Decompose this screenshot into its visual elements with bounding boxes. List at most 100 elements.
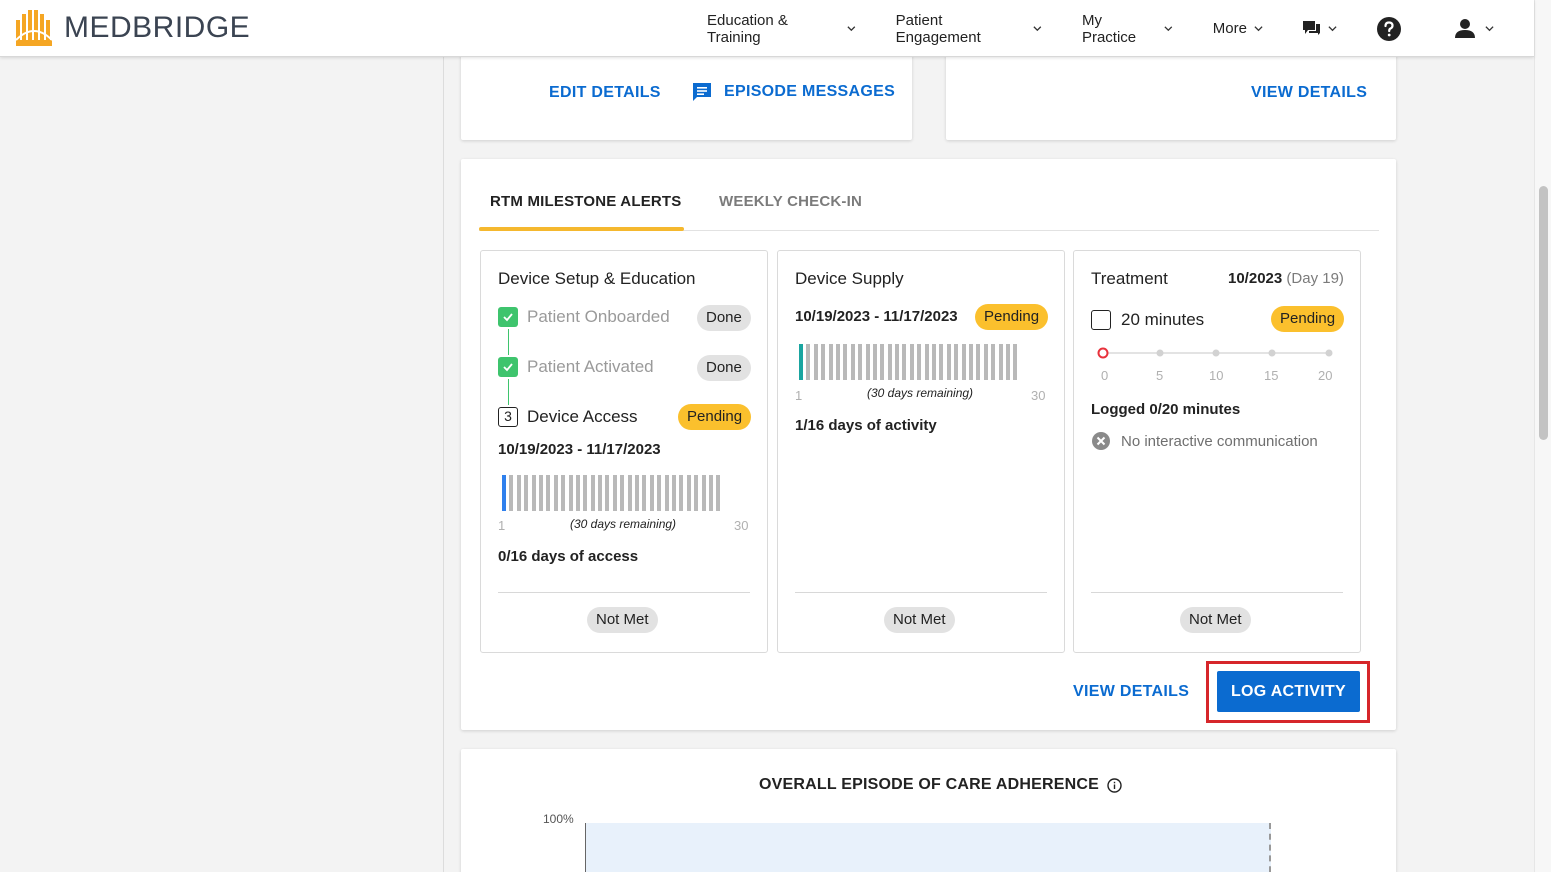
logged-minutes: Logged 0/20 minutes [1091, 401, 1241, 418]
episode-messages-link[interactable]: EPISODE MESSAGES [692, 82, 895, 102]
day-bar [976, 344, 981, 380]
communication-status: No interactive communication [1121, 433, 1318, 450]
page-scrollbar[interactable] [1534, 0, 1551, 872]
day-bar [575, 475, 580, 511]
adherence-title: OVERALL EPISODE OF CARE ADHERENCE [759, 776, 1099, 793]
card-title: Device Supply [795, 269, 904, 288]
day-bar [924, 344, 929, 380]
day-bar [880, 344, 885, 380]
chevron-down-icon [1033, 26, 1042, 32]
day-bar [821, 344, 826, 380]
account-menu[interactable] [1454, 19, 1494, 38]
log-activity-button[interactable]: LOG ACTIVITY [1217, 671, 1360, 712]
step-number: 3 [498, 407, 518, 427]
day-bar [686, 475, 691, 511]
left-panel-divider [443, 57, 444, 872]
nav-label: Education & Training [707, 11, 788, 46]
day-bar [568, 475, 573, 511]
date-range: 10/19/2023 - 11/17/2023 [795, 308, 958, 325]
day-bar [538, 475, 543, 511]
step-patient-onboarded: Patient Onboarded [527, 307, 670, 326]
day-bar [983, 344, 988, 380]
day-bar [657, 475, 662, 511]
day-bar [813, 344, 818, 380]
messages-menu[interactable] [1302, 21, 1337, 36]
chevron-down-icon [1485, 26, 1494, 32]
view-details-link[interactable]: VIEW DETAILS [1251, 84, 1367, 102]
access-day-bars [502, 475, 721, 511]
check-icon [498, 357, 518, 377]
chevron-down-icon [1328, 26, 1337, 32]
day-bar [649, 475, 654, 511]
divider [1091, 592, 1343, 593]
day-bar [1013, 344, 1018, 380]
checkbox-label: 20 minutes [1121, 310, 1205, 329]
nav-education-training[interactable]: Education & Training [707, 12, 856, 46]
day-bar [946, 344, 951, 380]
adherence-card: OVERALL EPISODE OF CARE ADHERENCE 100% [461, 749, 1396, 872]
day-bar [1005, 344, 1010, 380]
adherence-title-row: OVERALL EPISODE OF CARE ADHERENCE [759, 776, 1122, 794]
day-bar [843, 344, 848, 380]
status-badge: Done [697, 355, 751, 381]
medbridge-logo[interactable]: MEDBRIDGE [15, 10, 250, 46]
axis-end: 30 [734, 518, 749, 533]
scale-label: 15 [1264, 368, 1279, 383]
step-patient-activated: Patient Activated [527, 357, 654, 376]
period-day: (Day 19) [1286, 270, 1344, 287]
tab-weekly-check-in[interactable]: WEEKLY CHECK-IN [719, 193, 862, 210]
day-bar [546, 475, 551, 511]
help-button[interactable] [1376, 16, 1401, 41]
step-device-access: Device Access [527, 407, 638, 426]
day-bar [872, 344, 877, 380]
scale-label: 0 [1101, 368, 1109, 383]
day-bar [694, 475, 699, 511]
scale-label: 5 [1156, 368, 1164, 383]
activity-summary: 1/16 days of activity [795, 417, 937, 434]
scale-label: 20 [1318, 368, 1333, 383]
day-bar-current [502, 475, 506, 511]
day-bar [991, 344, 996, 380]
minutes-checkbox[interactable] [1091, 310, 1111, 330]
day-bar-current [799, 344, 803, 380]
nav-my-practice[interactable]: My Practice [1082, 12, 1173, 46]
info-icon[interactable] [1107, 777, 1122, 793]
view-details-button[interactable]: VIEW DETAILS [1073, 683, 1189, 701]
days-remaining: (30 days remaining) [570, 517, 677, 531]
activity-day-bars [799, 344, 1018, 380]
day-bar [917, 344, 922, 380]
chevron-down-icon [847, 26, 856, 32]
day-bar [806, 344, 811, 380]
result-badge: Not Met [884, 607, 955, 633]
day-bar [583, 475, 588, 511]
day-bar [902, 344, 907, 380]
edit-details-link[interactable]: EDIT DETAILS [549, 84, 661, 102]
divider [795, 592, 1047, 593]
day-bar [835, 344, 840, 380]
card-title: Device Setup & Education [498, 269, 696, 288]
treatment-period: 10/2023 (Day 19) [1228, 270, 1344, 287]
device-supply-card: Device Supply 10/19/2023 - 11/17/2023 Pe… [777, 250, 1065, 653]
nav-patient-engagement[interactable]: Patient Engagement [896, 12, 1042, 46]
chat-icon [1302, 21, 1320, 35]
day-bar [887, 344, 892, 380]
day-bar [850, 344, 855, 380]
user-icon [1454, 19, 1475, 38]
tab-rtm-milestone-alerts[interactable]: RTM MILESTONE ALERTS [490, 193, 682, 210]
day-bar [828, 344, 833, 380]
day-bar [708, 475, 713, 511]
day-bar [932, 344, 937, 380]
scrollbar-thumb[interactable] [1539, 186, 1548, 440]
help-icon [1376, 16, 1401, 41]
nav-label: More [1212, 20, 1247, 37]
chevron-down-icon [1164, 26, 1173, 32]
chevron-down-icon [1254, 26, 1263, 32]
result-badge: Not Met [1180, 607, 1251, 633]
status-badge: Pending [1271, 306, 1345, 332]
day-bar [664, 475, 669, 511]
minutes-progress-track [1097, 347, 1333, 359]
nav-more[interactable]: More [1213, 20, 1263, 37]
day-bar [598, 475, 603, 511]
day-bar [939, 344, 944, 380]
day-bar [553, 475, 558, 511]
